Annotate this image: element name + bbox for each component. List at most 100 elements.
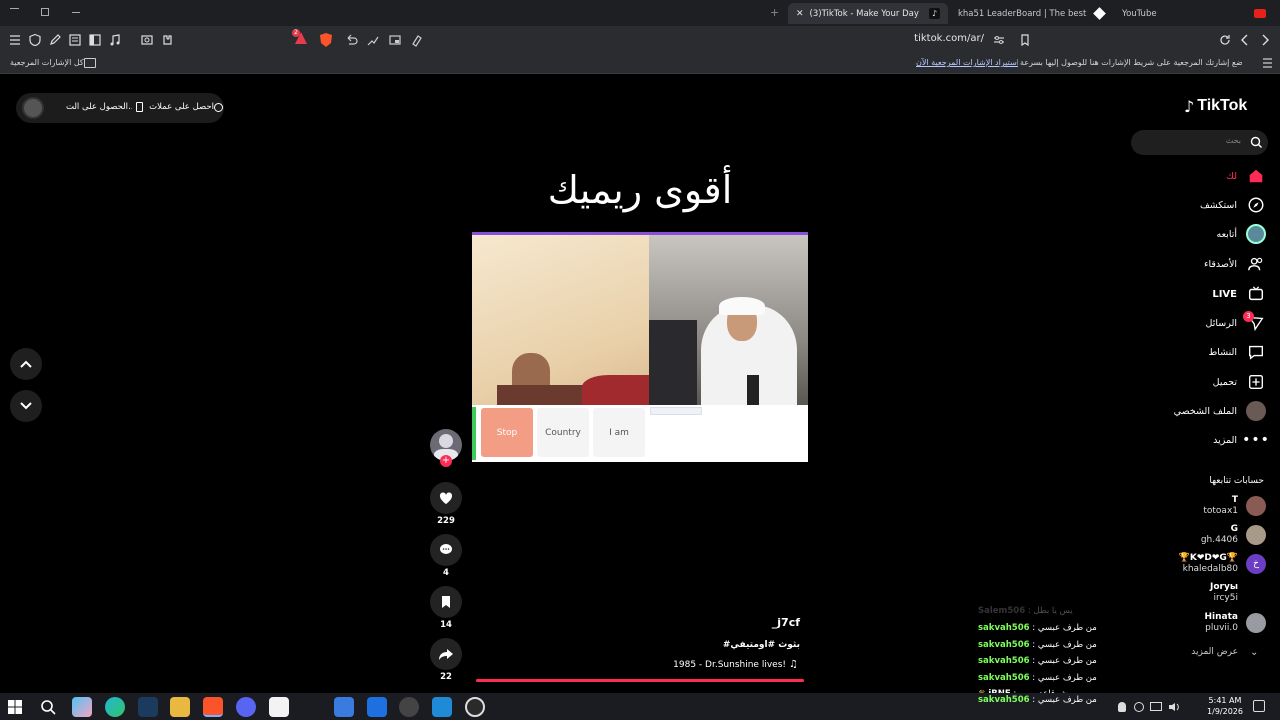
nav-more[interactable]: المزيد ••• [1213, 428, 1269, 452]
brave-icon[interactable] [203, 697, 223, 717]
app-icon[interactable] [399, 697, 419, 717]
display-icon[interactable] [1150, 702, 1162, 711]
get-coins-label[interactable]: احصل على عملات [142, 102, 214, 112]
following-account[interactable]: Hinata pluvii.0 [1205, 612, 1266, 634]
sidebar-toggle-icon[interactable] [88, 33, 102, 47]
nav-live[interactable]: LIVE [1212, 282, 1266, 306]
music-icon[interactable] [108, 33, 122, 47]
streamer-hood-figure [719, 297, 765, 315]
country-button[interactable]: Country [537, 408, 589, 457]
window-minimize-icon[interactable] [10, 8, 19, 9]
video-frame[interactable]: Stop Country I am [472, 232, 808, 462]
bookmark-icon[interactable] [1018, 33, 1032, 47]
next-video-button[interactable] [10, 390, 42, 422]
tiktok-logo[interactable]: ♪ TikTok [1184, 94, 1266, 118]
reload-icon[interactable] [1218, 33, 1232, 47]
new-tab-icon[interactable]: + [770, 6, 779, 19]
video-progress-track[interactable] [476, 679, 804, 682]
reader-icon[interactable] [68, 33, 82, 47]
following-account[interactable]: Ttotoax1 [1203, 495, 1266, 517]
back-icon[interactable] [1238, 33, 1252, 47]
windows-start-icon[interactable] [8, 700, 22, 714]
menu-icon[interactable] [8, 33, 22, 47]
calendar-icon[interactable] [269, 697, 289, 717]
brave-rewards-icon[interactable]: 2 [292, 29, 308, 46]
nav-explore[interactable]: استكشف [1200, 193, 1266, 217]
obs-icon[interactable] [465, 697, 485, 717]
search-icon[interactable] [1250, 136, 1263, 149]
tab-title: YouTube [1122, 8, 1157, 19]
video-author[interactable]: _j7cf [670, 616, 800, 629]
steam-icon[interactable] [138, 697, 158, 717]
music-title[interactable]: 1985 - Dr.Sunshine lives! [630, 660, 786, 670]
window-close-icon[interactable] [72, 12, 80, 13]
see-more-link[interactable]: عرض المزيد [1160, 647, 1238, 657]
nav-friends[interactable]: الأصدقاء [1204, 252, 1266, 276]
chat-message: sakvah506 : من طرف عبسي [978, 695, 1097, 705]
draw-icon[interactable] [366, 33, 380, 47]
following-account[interactable]: Ggh.4406 [1201, 524, 1266, 546]
highlight-icon[interactable] [410, 33, 424, 47]
picture-in-picture-icon[interactable] [388, 33, 402, 47]
stop-button[interactable]: Stop [481, 408, 533, 457]
like-button[interactable] [430, 482, 462, 514]
previous-video-button[interactable] [10, 348, 42, 380]
nav-label: LIVE [1212, 288, 1237, 300]
tab-youtube[interactable]: YouTube [1114, 3, 1274, 24]
avatar-head [439, 434, 453, 448]
app-icon[interactable] [432, 697, 452, 717]
microphone-icon[interactable] [1118, 702, 1126, 712]
file-explorer-icon[interactable] [170, 697, 190, 717]
nav-activity[interactable]: النشاط [1208, 340, 1266, 364]
copilot-icon[interactable] [72, 697, 92, 717]
nav-upload[interactable]: تحميل [1213, 370, 1266, 394]
address-bar-url[interactable]: tiktok.com/ar/ [900, 33, 984, 44]
video-hashtags[interactable]: #بثوث #اومتيفي [640, 640, 800, 650]
edge-icon[interactable] [105, 697, 125, 717]
comment-icon [440, 544, 452, 554]
tab-close-icon[interactable]: ✕ [796, 9, 804, 19]
tab-tiktok[interactable]: ✕ (3)TikTok - Make Your Day ♪ [788, 3, 948, 24]
user-avatar[interactable] [22, 97, 44, 119]
app-icon[interactable] [367, 697, 387, 717]
window-restore-icon[interactable] [41, 8, 49, 16]
site-settings-icon[interactable] [992, 33, 1006, 47]
import-bookmarks-link[interactable]: استيراد الإشارات المرجعية الآن... [916, 58, 1018, 67]
notifications-icon[interactable] [1253, 700, 1265, 712]
follow-plus-button[interactable]: + [440, 455, 452, 467]
following-title: حسابات تتابعها [1209, 476, 1264, 486]
brave-shield-icon[interactable] [318, 32, 334, 48]
following-account[interactable]: 🏆K❤D❤G🏆 khaledalb80 خ [1179, 553, 1266, 575]
tab-kha51[interactable]: kha51 LeaderBoard | The best ChatLi [950, 3, 1112, 24]
nav-profile[interactable]: الملف الشخصي [1174, 399, 1266, 423]
tiktok-favicon-icon: ♪ [929, 8, 940, 19]
comment-button[interactable] [430, 534, 462, 566]
search-bar[interactable]: بحث [1131, 130, 1268, 155]
extensions-icon[interactable] [160, 33, 174, 47]
share-button[interactable] [430, 638, 462, 670]
screenshot-icon[interactable] [140, 33, 154, 47]
clock-time[interactable]: 5:41 AM [1208, 695, 1242, 706]
shield-icon[interactable] [28, 33, 42, 47]
following-account[interactable]: Joryы ircy5i [1210, 582, 1238, 604]
discord-icon[interactable] [236, 697, 256, 717]
i-am-button[interactable]: I am [593, 408, 645, 457]
app-icon[interactable] [334, 697, 354, 717]
bookmarks-menu-icon[interactable] [1262, 57, 1273, 69]
green-edge [472, 407, 476, 460]
volume-icon[interactable] [1168, 702, 1180, 712]
nav-for-you[interactable]: لك [1226, 164, 1266, 188]
network-icon[interactable] [1134, 702, 1144, 712]
nav-following[interactable]: أتابعه [1217, 222, 1266, 246]
windows-taskbar: sakvah506 : من طرف عبسي 5:41 AM 1/9/2026 [0, 693, 1280, 720]
pen-icon[interactable] [48, 33, 62, 47]
get-app-label[interactable]: الحصول على الت... [66, 102, 132, 112]
clock-date[interactable]: 1/9/2026 [1206, 706, 1244, 717]
search-icon[interactable] [40, 699, 56, 715]
all-bookmarks-label[interactable]: كل الإشارات المرجعية [10, 58, 84, 67]
chevron-down-icon[interactable]: ⌄ [1250, 647, 1258, 658]
forward-icon[interactable] [1258, 33, 1272, 47]
undo-icon[interactable] [344, 33, 358, 47]
nav-messages[interactable]: الرسائل 3 [1206, 311, 1266, 335]
save-button[interactable] [430, 586, 462, 618]
